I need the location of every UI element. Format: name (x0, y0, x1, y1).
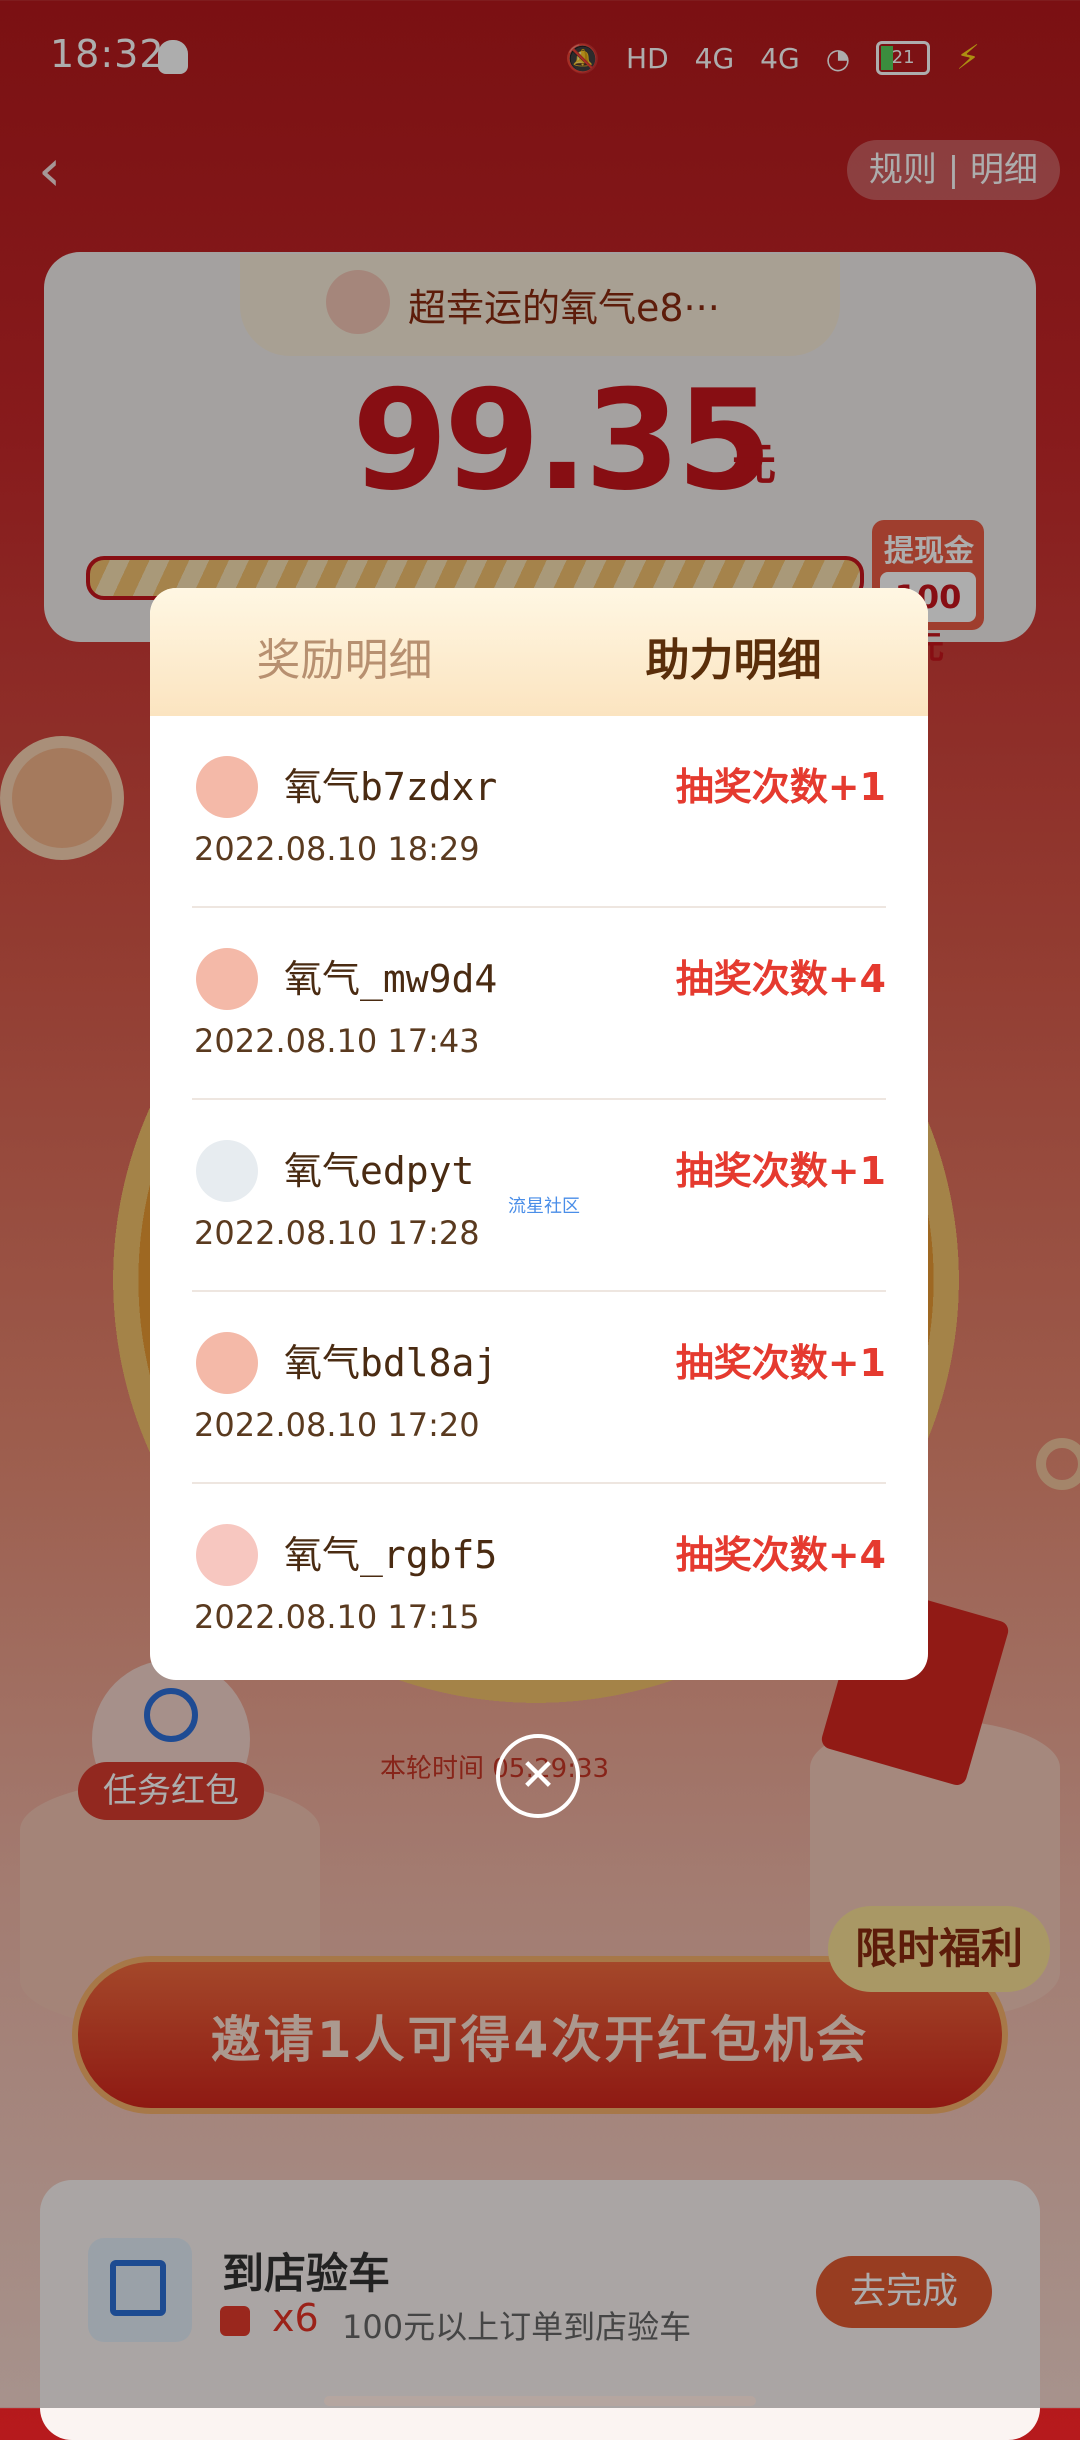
list-item: 氧气_mw9d4 抽奖次数+4 2022.08.10 17:43 (150, 908, 928, 1100)
avatar (196, 756, 258, 818)
tab-assist-detail[interactable]: 助力明细 (539, 624, 928, 688)
avatar (196, 948, 258, 1010)
helper-name: 氧气_rgbf5 (284, 1533, 498, 1577)
helper-date: 2022.08.10 18:29 (194, 830, 480, 868)
helper-name: 氧气_mw9d4 (284, 957, 498, 1001)
avatar (196, 1332, 258, 1394)
helper-date: 2022.08.10 17:20 (194, 1406, 480, 1444)
watermark: 流星社区 (508, 1196, 580, 1217)
helper-date: 2022.08.10 17:43 (194, 1022, 480, 1060)
tab-reward-detail[interactable]: 奖励明细 (150, 624, 539, 688)
helper-name: 氧气bdl8aj (284, 1341, 498, 1385)
reward-text: 抽奖次数+1 (675, 765, 886, 809)
helper-name: 氧气edpyt (284, 1149, 475, 1193)
helper-date: 2022.08.10 17:28 (194, 1214, 480, 1252)
avatar (196, 1524, 258, 1586)
helper-date: 2022.08.10 17:15 (194, 1598, 480, 1636)
avatar (196, 1140, 258, 1202)
helper-name: 氧气b7zdxr (284, 765, 498, 809)
reward-text: 抽奖次数+4 (675, 957, 886, 1001)
list-item: 氧气b7zdxr 抽奖次数+1 2022.08.10 18:29 (150, 716, 928, 908)
detail-modal: 奖励明细 助力明细 氧气b7zdxr 抽奖次数+1 2022.08.10 18:… (150, 588, 928, 1680)
home-indicator[interactable] (324, 2396, 756, 2406)
modal-tab-bar: 奖励明细 助力明细 (150, 588, 928, 716)
reward-text: 抽奖次数+1 (675, 1341, 886, 1385)
reward-text: 抽奖次数+1 (675, 1149, 886, 1193)
list-item: 氧气_rgbf5 抽奖次数+4 2022.08.10 17:15 (150, 1484, 928, 1676)
list-item: 氧气bdl8aj 抽奖次数+1 2022.08.10 17:20 (150, 1292, 928, 1484)
close-icon[interactable]: ✕ (496, 1734, 580, 1818)
reward-text: 抽奖次数+4 (675, 1533, 886, 1577)
